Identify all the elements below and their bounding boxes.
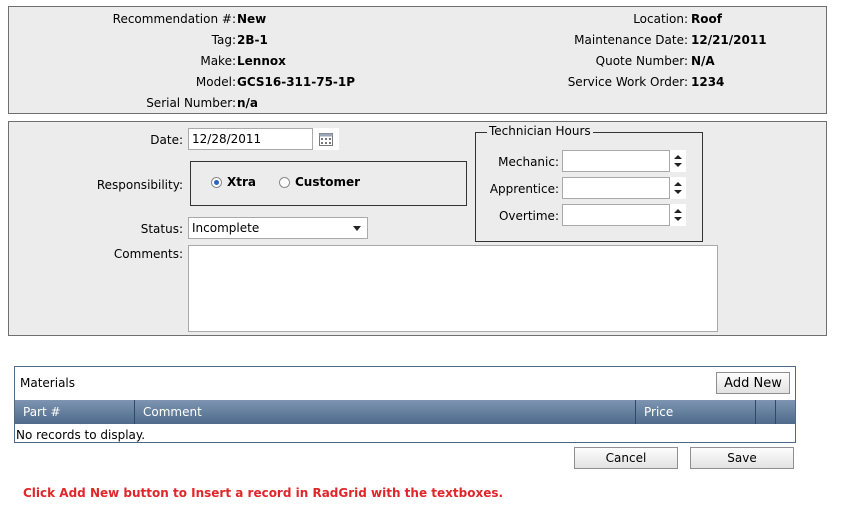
- maintenance-date-label: Maintenance Date:: [574, 33, 688, 47]
- overtime-stepper[interactable]: [670, 204, 686, 226]
- apprentice-label: Apprentice:: [489, 182, 559, 196]
- location-value: Roof: [691, 12, 722, 26]
- instruction-note: Click Add New button to Insert a record …: [23, 486, 504, 500]
- model-value: GCS16-311-75-1P: [237, 75, 356, 89]
- apprentice-stepper[interactable]: [670, 177, 686, 199]
- date-label: Date:: [150, 133, 183, 147]
- cancel-button[interactable]: Cancel: [574, 447, 678, 469]
- column-header-edit: [756, 400, 776, 424]
- column-header-delete: [776, 400, 795, 424]
- status-select[interactable]: Incomplete: [188, 217, 368, 239]
- equipment-info-panel: Recommendation #: New Tag: 2B-1 Make: Le…: [8, 6, 827, 114]
- responsibility-customer-radio[interactable]: [279, 177, 290, 188]
- technician-hours-legend: Technician Hours: [487, 124, 593, 138]
- grid-empty-message: No records to display.: [16, 428, 146, 442]
- service-work-order-label: Service Work Order:: [567, 75, 688, 89]
- materials-title: Materials: [20, 376, 76, 390]
- serial-number-value: n/a: [237, 96, 259, 110]
- responsibility-group: Xtra Customer: [190, 161, 467, 206]
- mechanic-label: Mechanic:: [498, 155, 559, 169]
- overtime-input[interactable]: [562, 204, 670, 226]
- mechanic-stepper[interactable]: [670, 150, 686, 172]
- maintenance-date-value: 12/21/2011: [691, 33, 767, 47]
- responsibility-xtra-label[interactable]: Xtra: [227, 175, 256, 189]
- apprentice-input[interactable]: [562, 177, 670, 199]
- add-new-button[interactable]: Add New: [716, 372, 790, 394]
- responsibility-customer-label[interactable]: Customer: [295, 175, 360, 189]
- recommendation-value: New: [237, 12, 267, 26]
- materials-grid: Materials Add New Part # Comment Price N…: [14, 366, 796, 443]
- column-header-part[interactable]: Part #: [15, 400, 135, 424]
- save-button[interactable]: Save: [690, 447, 794, 469]
- quote-number-label: Quote Number:: [595, 54, 688, 68]
- status-selected-value: Incomplete: [192, 221, 260, 235]
- comments-label: Comments:: [113, 247, 183, 261]
- recommendation-form-panel: Date: Responsibility: Xtra Customer Stat…: [8, 121, 827, 336]
- spin-arrows-icon: [674, 155, 682, 167]
- grid-header-row: Part # Comment Price: [15, 400, 795, 424]
- column-header-comment[interactable]: Comment: [135, 400, 636, 424]
- service-work-order-value: 1234: [691, 75, 725, 89]
- comments-textarea[interactable]: [188, 245, 718, 332]
- technician-hours-group: Technician Hours Mechanic: Apprentice: O…: [475, 124, 703, 242]
- serial-number-label: Serial Number:: [146, 96, 236, 110]
- spin-arrows-icon: [674, 182, 682, 194]
- status-label: Status:: [140, 222, 183, 236]
- model-label: Model:: [195, 75, 236, 89]
- overtime-label: Overtime:: [498, 209, 559, 223]
- chevron-down-icon[interactable]: [353, 226, 361, 231]
- column-header-price[interactable]: Price: [636, 400, 756, 424]
- tag-label: Tag:: [211, 33, 236, 47]
- mechanic-input[interactable]: [562, 150, 670, 172]
- spin-arrows-icon: [674, 209, 682, 221]
- make-value: Lennox: [237, 54, 286, 68]
- location-label: Location:: [633, 12, 688, 26]
- calendar-icon[interactable]: [313, 128, 339, 150]
- date-input[interactable]: [188, 128, 313, 150]
- responsibility-xtra-radio[interactable]: [211, 177, 222, 188]
- recommendation-label: Recommendation #:: [112, 12, 236, 26]
- tag-value: 2B-1: [237, 33, 268, 47]
- responsibility-label: Responsibility:: [96, 178, 183, 192]
- make-label: Make:: [200, 54, 236, 68]
- quote-number-value: N/A: [691, 54, 715, 68]
